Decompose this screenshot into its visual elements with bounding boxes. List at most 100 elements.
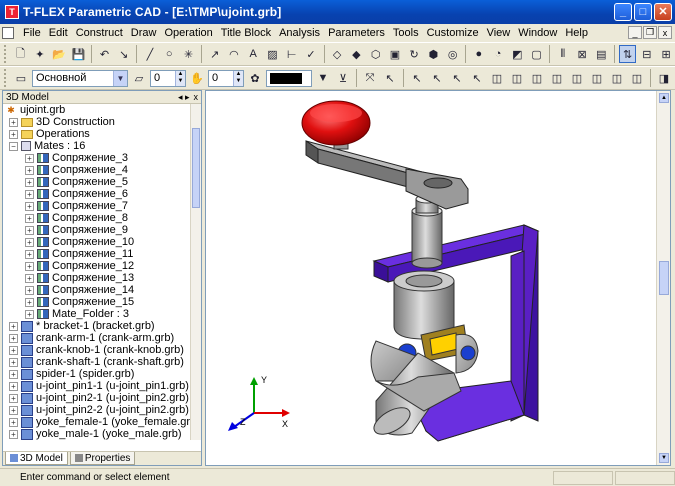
expand-icon[interactable]: + xyxy=(9,405,18,415)
document-icon[interactable] xyxy=(2,27,14,39)
extrude-icon[interactable]: ▣ xyxy=(386,45,403,63)
roughness-icon[interactable]: ✓ xyxy=(302,45,319,63)
mate-tool-icon[interactable]: ⫴ xyxy=(554,45,571,63)
fillet-icon[interactable]: ◔ xyxy=(489,45,506,63)
collapse-icon[interactable]: − xyxy=(9,141,18,151)
menu-customize[interactable]: Customize xyxy=(423,27,483,39)
expand-icon[interactable]: + xyxy=(25,285,34,295)
3d-node-icon[interactable]: ◆ xyxy=(348,45,365,63)
tree-item[interactable]: + Сопряжение_13 xyxy=(3,272,191,284)
expand-icon[interactable]: + xyxy=(9,357,18,367)
node-icon[interactable]: ✳ xyxy=(180,45,197,63)
shell-icon[interactable]: ▢ xyxy=(528,45,545,63)
expand-icon[interactable]: + xyxy=(9,333,18,343)
chamfer-icon[interactable]: ◩ xyxy=(509,45,526,63)
menu-tools[interactable]: Tools xyxy=(389,27,423,39)
hatch-icon[interactable]: ▨ xyxy=(264,45,281,63)
workplane-icon[interactable]: ◇ xyxy=(329,45,346,63)
expand-icon[interactable]: + xyxy=(9,429,18,439)
3d-view-icon[interactable]: ⇅ xyxy=(618,45,637,63)
color-combo[interactable] xyxy=(266,69,312,87)
selector-2-icon[interactable]: ↖ xyxy=(428,69,446,87)
graphic-line-icon[interactable]: ↗ xyxy=(206,45,223,63)
filter-icon[interactable]: ⊻ xyxy=(334,69,352,87)
expand-icon[interactable]: + xyxy=(25,273,34,283)
view-mode-2-icon[interactable]: ◫ xyxy=(508,69,526,87)
color-dropdown-icon[interactable]: ▼ xyxy=(314,69,332,87)
expand-icon[interactable]: + xyxy=(25,225,34,235)
minimize-button[interactable]: _ xyxy=(614,3,632,21)
window-split-icon[interactable]: ⊟ xyxy=(638,45,655,63)
expand-icon[interactable]: + xyxy=(25,261,34,271)
spin-arrows-icon[interactable]: ▲ ▼ xyxy=(175,70,185,86)
model-render[interactable]: Y X Z xyxy=(206,91,656,465)
expand-icon[interactable]: + xyxy=(25,309,34,319)
dimension-icon[interactable]: ⊢ xyxy=(283,45,300,63)
menu-edit[interactable]: Edit xyxy=(45,27,72,39)
expand-icon[interactable]: + xyxy=(25,201,34,211)
scroll-thumb[interactable] xyxy=(192,128,200,208)
yoke-female-part[interactable] xyxy=(393,270,455,340)
close-button[interactable]: ✕ xyxy=(654,3,672,21)
tree-item[interactable]: + Сопряжение_12 xyxy=(3,260,191,272)
expand-icon[interactable]: + xyxy=(9,321,18,331)
menu-construct[interactable]: Construct xyxy=(72,27,127,39)
expand-icon[interactable]: + xyxy=(9,345,18,355)
toolbar-grip[interactable] xyxy=(4,69,7,87)
expand-icon[interactable]: + xyxy=(25,189,34,199)
toolbar-grip[interactable] xyxy=(4,45,7,63)
tree-item[interactable]: + Сопряжение_8 xyxy=(3,212,191,224)
expand-icon[interactable]: + xyxy=(25,249,34,259)
layer-combo[interactable]: Основной ▼ xyxy=(32,69,128,87)
view-mode-4-icon[interactable]: ◫ xyxy=(548,69,566,87)
doc-minimize-button[interactable]: _ xyxy=(628,26,642,39)
tree-item[interactable]: + Сопряжение_5 xyxy=(3,176,191,188)
scroll-up-icon[interactable]: ▲ xyxy=(659,93,669,103)
tree-item[interactable]: + Сопряжение_11 xyxy=(3,248,191,260)
menu-title-block[interactable]: Title Block xyxy=(217,27,275,39)
doc-close-button[interactable]: x xyxy=(658,26,672,39)
loft-icon[interactable]: ⬢ xyxy=(425,45,442,63)
select-filter-icon[interactable]: ↖ xyxy=(381,69,399,87)
snap-icon[interactable]: ⤧ xyxy=(361,69,379,87)
tree-item[interactable]: + Сопряжение_14 xyxy=(3,284,191,296)
panel-pin-icon[interactable]: ◂ ▸ xyxy=(178,92,190,103)
tree-item[interactable]: + u-joint_pin2-2 (u-joint_pin2.grb) xyxy=(3,404,191,416)
model-tree[interactable]: ✱ ujoint.grb +3D Construction + Operations… xyxy=(3,104,191,440)
scroll-down-icon[interactable]: ▼ xyxy=(659,453,669,463)
expand-icon[interactable]: + xyxy=(9,417,18,427)
menu-window[interactable]: Window xyxy=(514,27,561,39)
tree-item[interactable]: + Сопряжение_15 xyxy=(3,296,191,308)
tab-properties[interactable]: Properties xyxy=(69,452,136,465)
chevron-down-icon[interactable]: ▼ xyxy=(113,70,127,86)
expand-icon[interactable]: + xyxy=(25,153,34,163)
sphere-icon[interactable]: ● xyxy=(470,45,487,63)
bom-icon[interactable]: ▤ xyxy=(593,45,610,63)
crank-shaft-part[interactable] xyxy=(411,194,443,269)
maximize-button[interactable]: □ xyxy=(634,3,652,21)
text-icon[interactable]: A xyxy=(245,45,262,63)
tree-item[interactable]: + u-joint_pin2-1 (u-joint_pin2.grb) xyxy=(3,392,191,404)
profile-icon[interactable]: ⬡ xyxy=(367,45,384,63)
panel-close-icon[interactable]: x xyxy=(194,92,199,103)
undo-icon[interactable]: ↶ xyxy=(96,45,113,63)
tree-item[interactable]: + * bracket-1 (bracket.grb) xyxy=(3,320,191,332)
circle-icon[interactable]: ○ xyxy=(161,45,178,63)
tree-item[interactable]: + Сопряжение_4 xyxy=(3,164,191,176)
tab-3d-model[interactable]: 3D Model xyxy=(5,452,68,465)
tree-item[interactable]: + u-joint_pin1-1 (u-joint_pin1.grb) xyxy=(3,380,191,392)
tile-windows-icon[interactable]: ⊞ xyxy=(657,45,674,63)
view-mode-3-icon[interactable]: ◫ xyxy=(528,69,546,87)
new-3d-icon[interactable]: ✦ xyxy=(31,45,48,63)
priority-spinner[interactable]: 0 ▲ ▼ xyxy=(208,69,244,87)
save-icon[interactable]: 💾 xyxy=(70,45,87,63)
menu-draw[interactable]: Draw xyxy=(127,27,161,39)
tree-item[interactable]: + Сопряжение_9 xyxy=(3,224,191,236)
doc-restore-button[interactable]: ❐ xyxy=(643,26,657,39)
view-mode-5-icon[interactable]: ◫ xyxy=(568,69,586,87)
expand-icon[interactable]: + xyxy=(25,213,34,223)
tree-root[interactable]: ✱ ujoint.grb xyxy=(3,104,191,116)
tree-item[interactable]: +3D Construction xyxy=(3,116,191,128)
tree-item[interactable]: + yoke_female-1 (yoke_female.grb) xyxy=(3,416,191,428)
tree-item[interactable]: + Сопряжение_10 xyxy=(3,236,191,248)
